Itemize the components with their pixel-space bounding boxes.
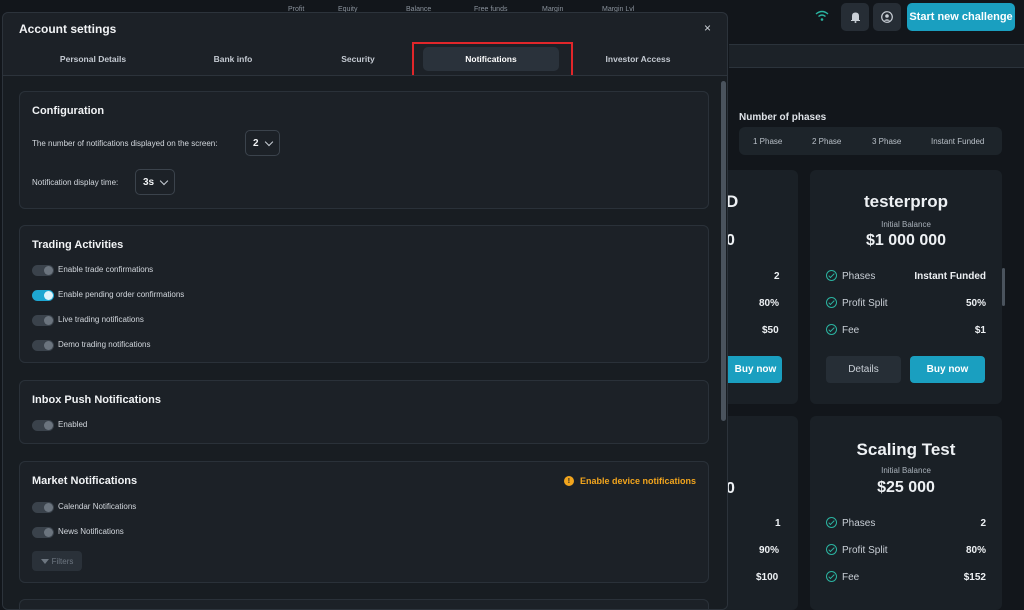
card-value-fee: $100 [756, 572, 779, 583]
modal-header: Account settings × [3, 13, 727, 43]
warning-icon: ! [563, 476, 574, 486]
section-title: Configuration [32, 105, 105, 117]
start-new-challenge-button[interactable]: Start new challenge [907, 3, 1015, 31]
notifications-button[interactable] [841, 3, 869, 31]
notification-count-label: The number of notifications displayed on… [32, 139, 218, 148]
display-time-select[interactable]: 3s [135, 169, 175, 195]
close-icon[interactable]: × [704, 21, 711, 35]
section-market-notifications: Market Notifications ! Enable device not… [19, 461, 709, 583]
display-time-label: Notification display time: [32, 178, 119, 187]
card-subtitle: Initial Balance [881, 220, 931, 229]
tab-personal-details[interactable]: Personal Details [43, 47, 143, 71]
check-circle-icon [826, 324, 837, 335]
card-subtitle: Initial Balance [881, 466, 931, 475]
section-title: Trading Activities [32, 239, 124, 251]
news-notifications-toggle[interactable] [32, 527, 54, 538]
section-title: Inbox Push Notifications [32, 394, 161, 406]
notifications-panel: Configuration The number of notification… [3, 76, 727, 609]
filters-button[interactable]: Filters [32, 551, 82, 571]
tab-bank-info[interactable]: Bank info [193, 47, 273, 71]
section-next-partial [19, 599, 709, 609]
challenge-card-testerprop: testerprop Initial Balance $1 000 000 Ph… [810, 170, 1002, 404]
card-value-split: 90% [759, 545, 780, 556]
buy-now-button[interactable]: Buy now [910, 356, 985, 383]
calendar-notifications-toggle[interactable] [32, 502, 54, 513]
user-icon [881, 11, 893, 23]
card-title: Scaling Test [856, 440, 956, 459]
account-settings-modal: Account settings × Personal Details Bank… [2, 12, 728, 610]
check-circle-icon [826, 571, 837, 582]
demo-trading-toggle[interactable] [32, 340, 54, 351]
card-title: testerprop [863, 192, 949, 211]
details-button[interactable]: Details [826, 356, 901, 383]
card-value-fee: $50 [762, 325, 779, 336]
settings-tabs: Personal Details Bank info Security Noti… [3, 43, 727, 75]
trade-confirmations-toggle[interactable] [32, 265, 54, 276]
wifi-icon [815, 10, 829, 21]
section-inbox-push: Inbox Push Notifications Enabled [19, 380, 709, 444]
background-band [729, 44, 1024, 68]
card-value-split: 80% [759, 298, 780, 309]
card-value-phases: 1 [775, 518, 781, 529]
phase-tab-2[interactable]: 2 Phase [812, 137, 841, 146]
card-amount: $25 000 [877, 479, 935, 496]
challenge-card-scaling-test: Scaling Test Initial Balance $25 000 Pha… [810, 416, 1002, 610]
card-value-phases: 2 [774, 271, 780, 282]
phases-filter: 1 Phase 2 Phase 3 Phase Instant Funded [739, 127, 1002, 155]
modal-scrollbar-thumb[interactable] [721, 81, 726, 421]
chevron-down-icon [264, 137, 274, 147]
pending-order-confirmations-toggle[interactable] [32, 290, 54, 301]
phases-title: Number of phases [739, 112, 827, 123]
section-configuration: Configuration The number of notification… [19, 91, 709, 209]
tab-investor-access[interactable]: Investor Access [593, 47, 683, 71]
chevron-down-icon [159, 176, 169, 186]
tab-highlight-annotation [412, 42, 573, 79]
notification-count-select[interactable]: 2 [245, 130, 280, 156]
phase-tab-3[interactable]: 3 Phase [872, 137, 901, 146]
tab-security[interactable]: Security [318, 47, 398, 71]
modal-title: Account settings [19, 22, 117, 36]
profile-button[interactable] [873, 3, 901, 31]
live-trading-toggle[interactable] [32, 315, 54, 326]
check-circle-icon [826, 544, 837, 555]
section-trading-activities: Trading Activities Enable trade confirma… [19, 225, 709, 363]
background-scrollbar-thumb[interactable] [1002, 268, 1005, 306]
bell-icon [850, 12, 860, 23]
check-circle-icon [826, 270, 837, 281]
card-amount: $1 000 000 [865, 232, 947, 249]
filter-icon [40, 558, 49, 564]
phase-tab-1[interactable]: 1 Phase [753, 137, 782, 146]
section-title: Market Notifications [32, 475, 138, 487]
check-circle-icon [826, 517, 837, 528]
inbox-enabled-toggle[interactable] [32, 420, 54, 431]
enable-device-notifications-link[interactable]: ! Enable device notifications [563, 476, 696, 486]
phase-tab-instant[interactable]: Instant Funded [931, 137, 984, 146]
check-circle-icon [826, 297, 837, 308]
